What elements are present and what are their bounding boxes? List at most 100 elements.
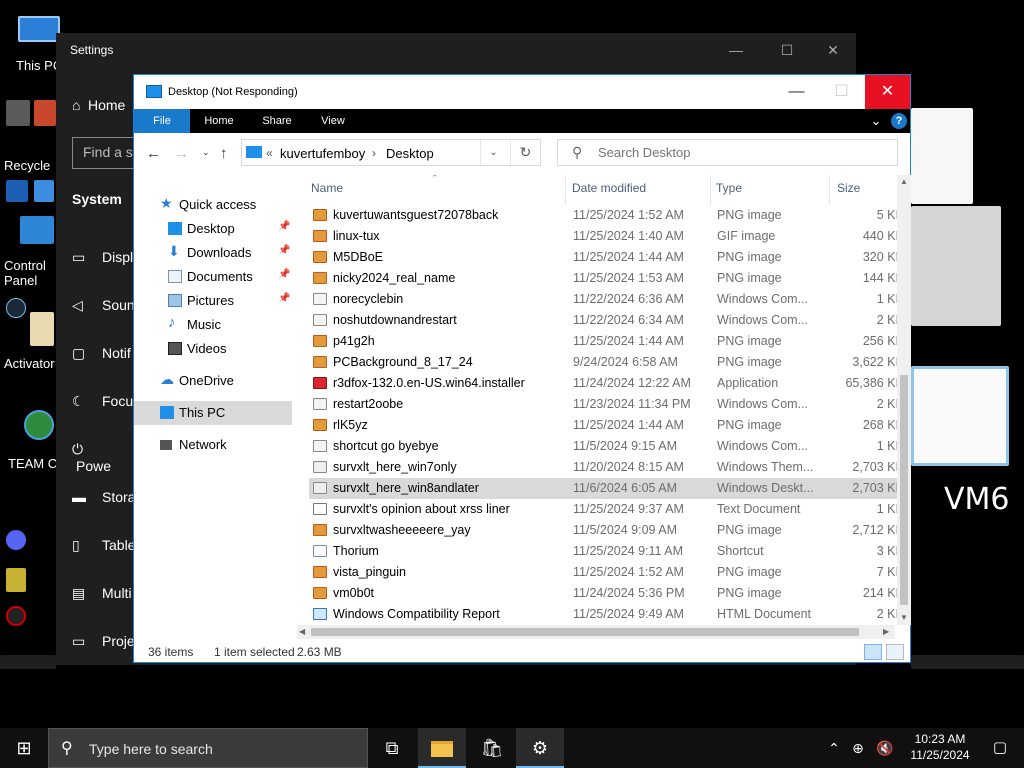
notification-center-icon[interactable]: ▢ (976, 728, 1024, 768)
taskbar-clock[interactable]: 10:23 AM 11/25/2024 (905, 731, 975, 763)
back-button[interactable]: ← (146, 145, 161, 162)
file-row[interactable]: survxlt_here_win8andlater 11/6/2024 6:05 … (309, 478, 899, 499)
search-input[interactable] (598, 145, 888, 160)
file-row[interactable]: shortcut go byebye 11/5/2024 9:15 AM Windo… (309, 436, 899, 457)
settings-nav-multitasking[interactable]: ▤ Multi (56, 585, 136, 602)
tab-home[interactable]: Home (196, 109, 242, 133)
nav-desktop[interactable]: Desktop 📌 (134, 217, 292, 241)
settings-taskbar-button[interactable]: ⚙ (516, 728, 564, 768)
start-button[interactable]: ⊞ (0, 728, 48, 768)
address-overflow[interactable]: « (266, 146, 273, 160)
app-icon[interactable] (30, 312, 54, 346)
settings-nav-display[interactable]: ▭ Displ (56, 249, 136, 266)
file-row[interactable]: survxlt's opinion about xrss liner 11/25/… (309, 499, 899, 520)
column-divider[interactable] (710, 175, 711, 205)
app-icon[interactable] (6, 180, 28, 202)
nav-network[interactable]: Network (134, 433, 292, 457)
file-row[interactable]: norecyclebin 11/22/2024 6:36 AM Windows Co… (309, 289, 899, 310)
tab-share[interactable]: Share (254, 109, 300, 133)
file-row[interactable]: noshutdownandrestart 11/22/2024 6:34 AM Wi… (309, 310, 899, 331)
vertical-scrollbar[interactable]: ▲ ▼ (897, 175, 911, 625)
column-header-date[interactable]: Date modified (572, 181, 646, 195)
address-bar[interactable]: « kuvertufemboy › Desktop ⌄ ↻ (241, 139, 541, 166)
app-icon[interactable] (34, 180, 54, 202)
file-row[interactable]: M5DBoE 11/25/2024 1:44 AM PNG image 320 KI (309, 247, 899, 268)
recycle-bin-icon[interactable] (6, 100, 30, 126)
search-box[interactable]: ⚲ (557, 139, 898, 166)
file-row[interactable]: PCBackground_8_17_24 9/24/2024 6:58 AM PNG… (309, 352, 899, 373)
settings-nav-storage[interactable]: ▬ Stora (56, 489, 136, 505)
nav-pictures[interactable]: Pictures 📌 (134, 289, 292, 313)
recent-locations-button[interactable]: ⌄ (202, 147, 210, 158)
file-row[interactable]: Thorium 11/25/2024 9:11 AM Shortcut 3 KI (309, 541, 899, 562)
column-header-size[interactable]: Size (837, 181, 860, 195)
file-row[interactable]: r3dfox-132.0.en-US.win64.installer 11/24/… (309, 373, 899, 394)
column-header-type[interactable]: Type (716, 181, 742, 195)
expand-ribbon-icon[interactable]: ⌄ (868, 109, 884, 133)
address-dropdown-button[interactable]: ⌄ (480, 140, 506, 165)
nav-downloads[interactable]: ⬇ Downloads 📌 (134, 241, 292, 265)
network-icon[interactable]: ⊕ (846, 728, 870, 768)
control-panel-icon[interactable] (20, 216, 54, 244)
settings-nav-projecting[interactable]: ▭ Proje (56, 633, 136, 650)
taskbar-search-box[interactable]: ⚲ Type here to search (48, 728, 368, 768)
forward-button[interactable]: → (174, 145, 189, 162)
settings-nav-tablet[interactable]: ▯ Table (56, 537, 136, 554)
vertical-scroll-thumb[interactable] (900, 375, 908, 605)
settings-minimize-button[interactable]: — (721, 39, 751, 61)
settings-nav-sound[interactable]: ◁ Soun (56, 297, 136, 314)
tab-view[interactable]: View (310, 109, 356, 133)
file-row[interactable]: Windows Compatibility Report 11/25/2024 9… (309, 604, 899, 625)
scroll-up-arrow-icon[interactable]: ▲ (900, 177, 908, 186)
scroll-down-arrow-icon[interactable]: ▼ (900, 613, 908, 622)
task-view-button[interactable]: ⧉ (368, 728, 416, 768)
scroll-left-arrow-icon[interactable]: ◀ (299, 627, 305, 636)
file-explorer-taskbar-button[interactable] (418, 728, 466, 768)
nav-videos[interactable]: Videos (134, 337, 292, 361)
large-icons-view-button[interactable] (886, 644, 904, 660)
help-icon[interactable]: ? (891, 113, 907, 129)
discord-icon[interactable] (6, 530, 26, 550)
minimize-button[interactable]: — (774, 75, 819, 109)
app-icon[interactable] (6, 568, 26, 592)
column-header-name[interactable]: Name (311, 181, 343, 195)
file-row[interactable]: restart2oobe 11/23/2024 11:34 PM Windows C… (309, 394, 899, 415)
store-taskbar-button[interactable]: 🛍 (468, 728, 516, 768)
refresh-button[interactable]: ↻ (510, 140, 540, 165)
details-view-button[interactable] (864, 644, 882, 660)
close-button[interactable]: ✕ (865, 75, 910, 109)
file-row[interactable]: nicky2024_real_name 11/25/2024 1:53 AM PNG… (309, 268, 899, 289)
scroll-right-arrow-icon[interactable]: ▶ (883, 627, 889, 636)
steam-icon[interactable] (6, 298, 26, 318)
breadcrumb-desktop[interactable]: Desktop (386, 146, 434, 161)
tab-file[interactable]: File (134, 109, 190, 133)
nav-music[interactable]: ♪ Music (134, 313, 292, 337)
nav-quick-access[interactable]: ★ Quick access (134, 193, 292, 217)
file-row[interactable]: rlK5yz 11/25/2024 1:44 AM PNG image 268 KI (309, 415, 899, 436)
maximize-button[interactable]: ☐ (819, 75, 864, 109)
file-row[interactable]: linux-tux 11/25/2024 1:40 AM GIF image 440 … (309, 226, 899, 247)
nav-this-pc[interactable]: This PC (134, 401, 292, 425)
breadcrumb-user[interactable]: kuvertufemboy (280, 146, 365, 161)
settings-nav-power[interactable]: ⏻Powe (56, 441, 136, 474)
file-row[interactable]: p41g2h 11/25/2024 1:44 AM PNG image 256 KI (309, 331, 899, 352)
up-button[interactable]: ↑ (220, 145, 228, 162)
horizontal-scroll-thumb[interactable] (311, 628, 859, 636)
app-icon[interactable] (34, 100, 56, 126)
file-row[interactable]: survxlt_here_win7only 11/20/2024 8:15 AM W… (309, 457, 899, 478)
explorer-titlebar[interactable]: Desktop (Not Responding) — ☐ ✕ (134, 75, 910, 109)
settings-home[interactable]: ⌂ Home (56, 97, 136, 113)
settings-close-button[interactable]: ✕ (818, 39, 848, 61)
breadcrumb-chevron-icon[interactable]: › (372, 146, 376, 160)
app-icon[interactable] (6, 606, 26, 626)
file-row[interactable]: vista_pinguin 11/25/2024 1:52 AM PNG image… (309, 562, 899, 583)
settings-nav-notifications[interactable]: ▢ Notif (56, 345, 136, 362)
column-divider[interactable] (565, 175, 566, 205)
nav-onedrive[interactable]: ☁ OneDrive (134, 369, 292, 393)
file-row[interactable]: kuvertuwantsguest72078back 11/25/2024 1:5… (309, 205, 899, 226)
settings-titlebar[interactable]: Settings — ☐ ✕ (56, 33, 856, 67)
settings-maximize-button[interactable]: ☐ (772, 39, 802, 61)
file-row[interactable]: vm0b0t 11/24/2024 5:36 PM PNG image 214 KI (309, 583, 899, 604)
file-row[interactable]: survxltwasheeeeere_yay 11/5/2024 9:09 AM P… (309, 520, 899, 541)
nav-documents[interactable]: Documents 📌 (134, 265, 292, 289)
